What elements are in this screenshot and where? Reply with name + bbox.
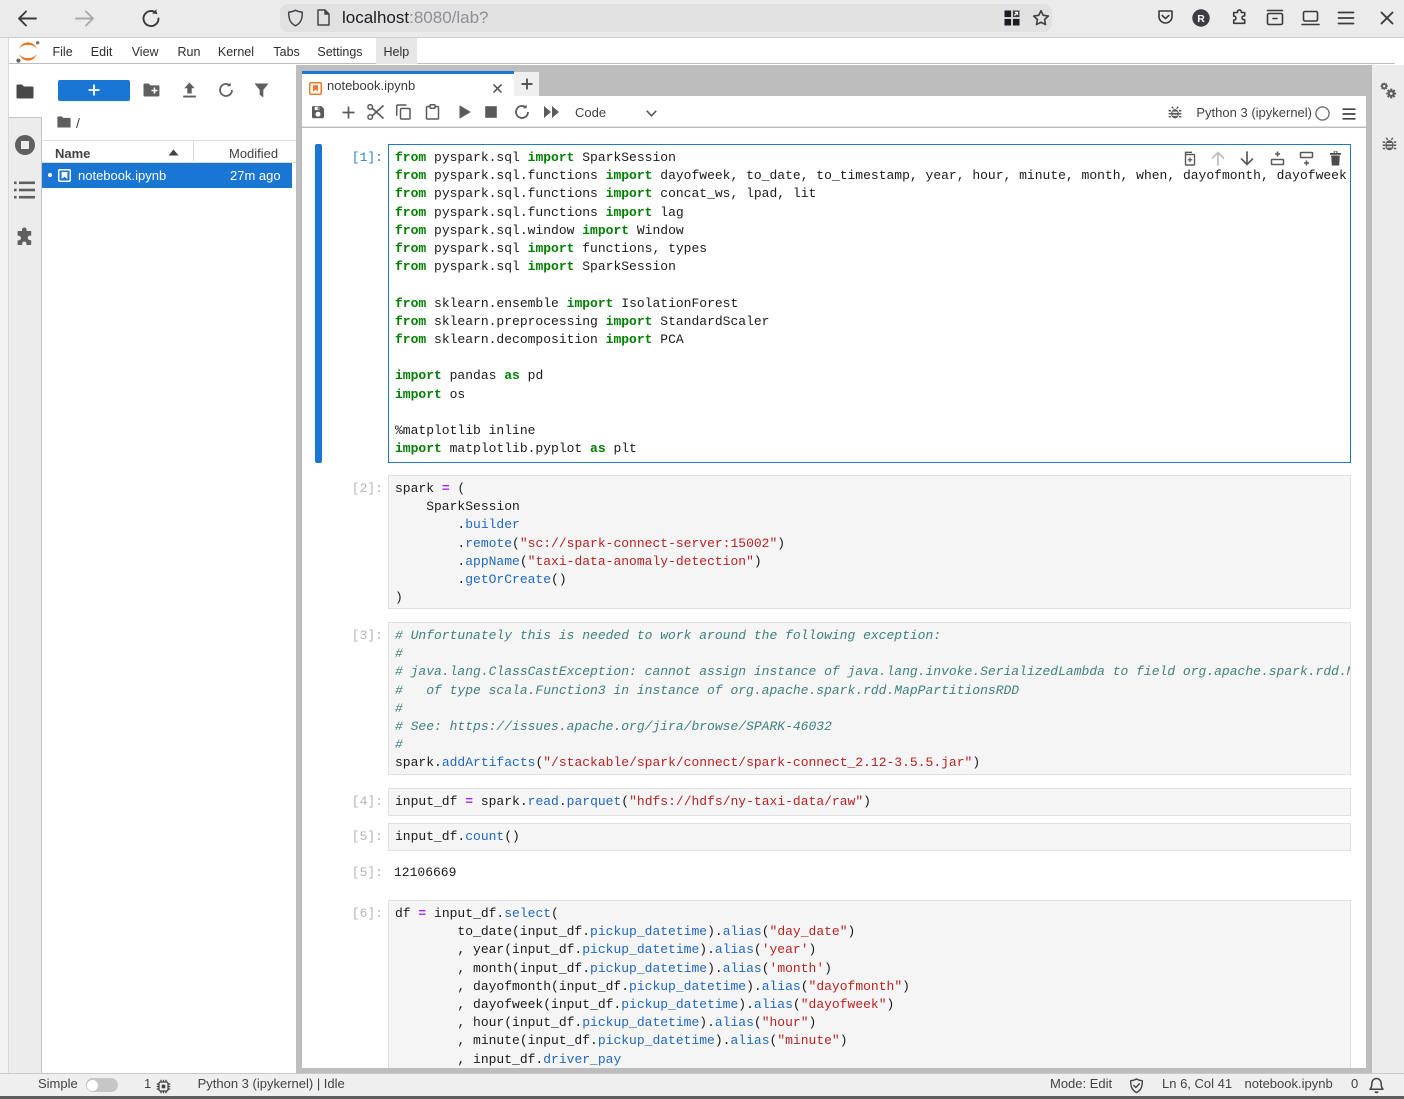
svg-text:R: R (1197, 13, 1205, 25)
